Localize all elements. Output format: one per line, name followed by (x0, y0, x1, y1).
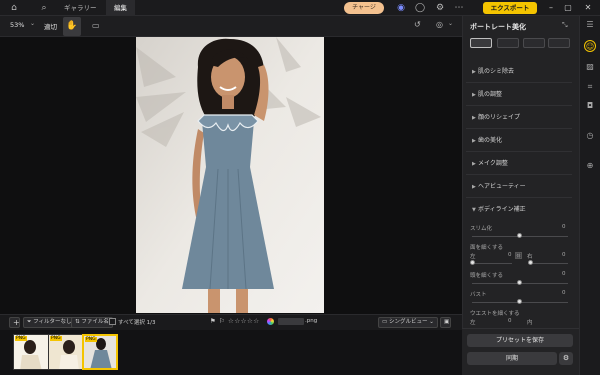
sliders-icon[interactable]: ☰ (585, 20, 595, 30)
png-badge: PNG (50, 336, 62, 341)
add-tool-icon[interactable]: ⊕ (585, 161, 595, 171)
settings-icon[interactable]: ⚙ (434, 2, 446, 14)
waist-value: 0 (508, 318, 512, 324)
bust-slider-knob[interactable] (517, 299, 522, 304)
flag-outline-icon[interactable]: ⚐ (219, 317, 225, 325)
section-makeup[interactable]: ▶ メイク調整 (466, 153, 572, 175)
bust-label: バスト (470, 292, 487, 298)
section-teeth[interactable]: ▶ 歯の美化 (466, 130, 572, 152)
add-button[interactable]: + (9, 317, 20, 328)
sort-icon: ⇅ (75, 319, 80, 325)
slim-value: 0 (562, 224, 566, 230)
thumbnail-3-selected[interactable]: PNG (82, 334, 118, 370)
fit-button[interactable]: 適切 (44, 21, 57, 31)
link-icon[interactable]: ⛓ (515, 252, 522, 259)
user-icon[interactable]: ◯ (414, 2, 426, 14)
image-icon[interactable]: ▨ (585, 62, 595, 72)
export-label: エクスポート (490, 4, 530, 12)
view-mode-dropdown[interactable]: ▭ シングルビュー ⌄ (378, 317, 438, 328)
view-mode-label: シングルビュー (388, 319, 428, 325)
discord-icon[interactable]: ◉ (395, 2, 407, 14)
section-face-reshape[interactable]: ▶ 顔のリシェイプ (466, 107, 572, 129)
export-button[interactable]: エクスポート (483, 2, 537, 14)
neck-label: 頭を細くする (470, 273, 504, 279)
select-all-label: すべて選択 1/3 (118, 320, 156, 326)
home-icon[interactable]: ⌂ (8, 2, 20, 14)
portrait-image (136, 37, 324, 313)
minimize-icon[interactable]: – (545, 2, 557, 14)
chevron-down-icon[interactable]: ⌄ (30, 20, 35, 27)
filter-label: フィルターなし (33, 319, 72, 325)
history-icon[interactable]: ◎ (436, 20, 443, 29)
thumbnail-2[interactable]: PNG (48, 334, 84, 370)
panel-title: ポートレート美化 (470, 23, 526, 31)
history-chevron-icon[interactable]: ⌄ (448, 20, 453, 27)
flag-icon[interactable]: ⚑ (210, 317, 216, 325)
compare-icon[interactable]: ▭ (92, 21, 100, 30)
waist-left-label: 左 (470, 320, 476, 326)
portrait-icon[interactable]: ☺ (584, 40, 596, 52)
funnel-icon: ⏷ (27, 319, 32, 325)
bust-value: 0 (562, 290, 566, 296)
section-skin[interactable]: ▶ 肌の調整 (466, 84, 572, 106)
filter-dropdown[interactable]: ⏷ フィルターなし (23, 317, 76, 328)
neck-slider-knob[interactable] (517, 280, 522, 285)
save-preset-button[interactable]: プリセットを保存 (467, 334, 573, 347)
section-body[interactable]: ▼ ボディライン補正 (466, 199, 572, 221)
waist-right-label: 内 (527, 320, 533, 326)
png-badge: PNG (15, 336, 27, 341)
color-label-icon[interactable] (267, 318, 274, 325)
arm-left-label: 左 (470, 254, 476, 260)
filename-ext: .png (305, 318, 318, 324)
arm-label: 面を細くする (470, 245, 504, 251)
panel-toggle-icon[interactable]: ▣ (440, 317, 451, 328)
history-clock-icon[interactable]: ◷ (585, 131, 595, 141)
slim-slider-knob[interactable] (517, 233, 522, 238)
arm-left-slider[interactable] (472, 263, 512, 264)
filename-redacted (278, 318, 304, 325)
save-preset-label: プリセットを保存 (495, 337, 544, 344)
section-hair[interactable]: ▶ ヘアビューティー (466, 176, 572, 198)
edited-photo (136, 37, 324, 313)
section-blemish[interactable]: ▶ 肌のシミ除去 (466, 61, 572, 83)
zoom-level[interactable]: 53% (10, 21, 24, 29)
mode-body-icon[interactable] (548, 38, 570, 48)
tab-edit[interactable]: 編集 (106, 0, 135, 16)
arm-left-value: 0 (508, 252, 512, 258)
neck-value: 0 (562, 271, 566, 277)
crop-icon[interactable]: ⌗ (585, 82, 595, 92)
camera-icon[interactable]: ◘ (585, 101, 595, 111)
arm-right-label: 右 (527, 254, 533, 260)
maximize-icon[interactable]: ▢ (562, 2, 574, 14)
arm-right-knob[interactable] (528, 260, 533, 265)
png-badge: PNG (85, 337, 97, 342)
star-rating[interactable]: ☆☆☆☆☆ (228, 317, 260, 325)
arm-right-value: 0 (562, 252, 566, 258)
tab-gallery[interactable]: ギャラリー (56, 0, 105, 16)
waist-label: ウエストを細くする (470, 311, 520, 317)
arm-right-slider[interactable] (528, 263, 568, 264)
slim-label: スリム化 (470, 226, 493, 232)
charge-button[interactable]: チャージ (344, 2, 384, 14)
charge-label: チャージ (352, 4, 376, 11)
chevron-down-icon: ⌄ (429, 319, 434, 325)
more-icon[interactable]: ⋯ (453, 2, 465, 14)
mode-single-icon[interactable] (470, 38, 492, 48)
mode-face-icon[interactable] (523, 38, 545, 48)
arm-left-knob[interactable] (470, 260, 475, 265)
collapse-icon[interactable]: ⤡ (562, 21, 568, 30)
sync-settings-icon[interactable]: ⚙ (559, 352, 573, 365)
mode-batch-icon[interactable] (497, 38, 519, 48)
hand-tool-icon[interactable]: ✋ (63, 17, 81, 36)
search-icon[interactable]: ⌕ (38, 2, 50, 14)
monitor-icon: ▭ (382, 319, 388, 325)
thumbnail-1[interactable]: PNG (13, 334, 49, 370)
sort-label: ファイル名 (81, 319, 109, 325)
close-icon[interactable]: ✕ (582, 2, 594, 14)
undo-icon[interactable]: ↺ (414, 20, 421, 29)
sync-label: 同期 (505, 355, 518, 362)
sync-button[interactable]: 同期 (467, 352, 557, 365)
select-all-checkbox[interactable] (109, 318, 116, 325)
sort-dropdown[interactable]: ⇅ ファイル名 (71, 317, 113, 328)
